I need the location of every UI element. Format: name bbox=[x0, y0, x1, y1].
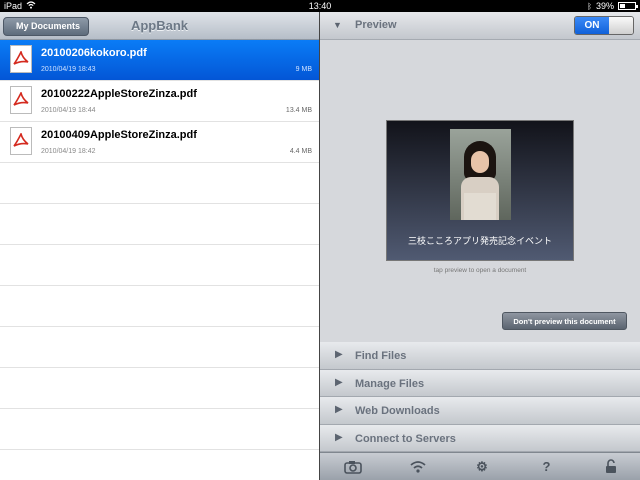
pdf-file-icon bbox=[10, 86, 32, 114]
file-date: 2010/04/19 18:42 bbox=[41, 148, 96, 155]
battery-fill bbox=[620, 4, 626, 8]
menu-item-label: Find Files bbox=[355, 350, 407, 362]
detail-pane: ▼ Preview ON 三枝こころアプリ発売記念イベント tap previe… bbox=[320, 12, 640, 480]
chevron-right-icon: ▶ bbox=[335, 349, 343, 360]
help-icon[interactable]: ? bbox=[536, 457, 558, 477]
wifi-icon[interactable] bbox=[407, 457, 429, 477]
preview-section-header[interactable]: ▼ Preview ON bbox=[320, 12, 640, 40]
gear-icon[interactable]: ⚙ bbox=[471, 457, 493, 477]
document-preview[interactable]: 三枝こころアプリ発売記念イベント bbox=[386, 120, 574, 261]
menu-item[interactable]: ▶ Find Files bbox=[320, 342, 640, 370]
menu-item-label: Connect to Servers bbox=[355, 432, 456, 445]
preview-hint: tap preview to open a document bbox=[433, 267, 527, 274]
file-row[interactable]: 20100206kokoro.pdf 2010/04/19 18:43 9 MB bbox=[0, 40, 319, 81]
menu-item[interactable]: ▶ Connect to Servers bbox=[320, 424, 640, 452]
chevron-right-icon: ▶ bbox=[335, 431, 343, 443]
file-size: 4.4 MB bbox=[289, 148, 312, 155]
empty-row bbox=[0, 409, 319, 450]
file-row[interactable]: 20100222AppleStoreZinza.pdf 2010/04/19 1… bbox=[0, 81, 319, 122]
bluetooth-icon: ᛒ bbox=[587, 1, 592, 11]
status-bar: iPad 13:40 ᛒ 39% bbox=[0, 0, 640, 12]
menu-list: ▶ Find Files ▶ Manage Files ▶ Web Downloads ▶ C… bbox=[320, 342, 640, 452]
toggle-on-label: ON bbox=[575, 17, 609, 34]
file-row[interactable]: 20100409AppleStoreZinza.pdf 2010/04/19 1… bbox=[0, 122, 319, 163]
dont-preview-button[interactable]: Don't preview this document bbox=[502, 312, 627, 330]
empty-row bbox=[0, 327, 319, 368]
empty-row bbox=[0, 163, 319, 204]
preview-toggle[interactable]: ON bbox=[574, 16, 634, 35]
pdf-file-icon bbox=[10, 127, 32, 155]
menu-item[interactable]: ▶ Web Downloads bbox=[320, 397, 640, 425]
page-title: AppBank bbox=[130, 18, 189, 33]
file-list: 20100206kokoro.pdf 2010/04/19 18:43 9 MB… bbox=[0, 40, 319, 480]
bottom-toolbar: ⚙ ? bbox=[320, 452, 640, 480]
empty-row bbox=[0, 245, 319, 286]
file-size: 13.4 MB bbox=[285, 107, 312, 114]
left-navbar: My Documents AppBank bbox=[0, 12, 319, 40]
battery-icon bbox=[618, 2, 638, 10]
file-size: 9 MB bbox=[295, 66, 312, 73]
file-name: 20100206kokoro.pdf bbox=[41, 47, 147, 59]
empty-row bbox=[0, 204, 319, 245]
file-date: 2010/04/19 18:44 bbox=[41, 107, 96, 114]
preview-section-title: Preview bbox=[355, 19, 397, 31]
empty-row bbox=[0, 450, 319, 480]
empty-row bbox=[0, 368, 319, 409]
file-name: 20100409AppleStoreZinza.pdf bbox=[41, 129, 197, 141]
toggle-knob bbox=[609, 17, 633, 34]
preview-photo bbox=[450, 129, 511, 220]
preview-caption: 三枝こころアプリ発売記念イベント bbox=[407, 236, 552, 246]
file-name: 20100222AppleStoreZinza.pdf bbox=[41, 88, 197, 100]
camera-icon[interactable] bbox=[342, 457, 364, 477]
menu-item-label: Web Downloads bbox=[355, 405, 440, 417]
file-date: 2010/04/19 18:43 bbox=[41, 66, 96, 73]
photo-face bbox=[471, 151, 489, 173]
lock-icon[interactable] bbox=[600, 457, 622, 477]
document-list-pane: My Documents AppBank 20100206kokoro.pdf … bbox=[0, 12, 319, 480]
chevron-right-icon: ▶ bbox=[335, 376, 343, 388]
status-time: 13:40 bbox=[308, 1, 332, 11]
preview-area: 三枝こころアプリ発売記念イベント tap preview to open a d… bbox=[320, 41, 640, 341]
empty-row bbox=[0, 286, 319, 327]
chevron-down-icon: ▼ bbox=[333, 20, 342, 30]
battery-percent: 39% bbox=[595, 1, 614, 11]
menu-item-label: Manage Files bbox=[355, 377, 425, 390]
photo-shirt bbox=[464, 193, 496, 220]
chevron-right-icon: ▶ bbox=[335, 404, 343, 415]
pdf-file-icon bbox=[10, 45, 32, 73]
menu-item[interactable]: ▶ Manage Files bbox=[320, 369, 640, 397]
status-right: ᛒ 39% bbox=[587, 1, 638, 11]
